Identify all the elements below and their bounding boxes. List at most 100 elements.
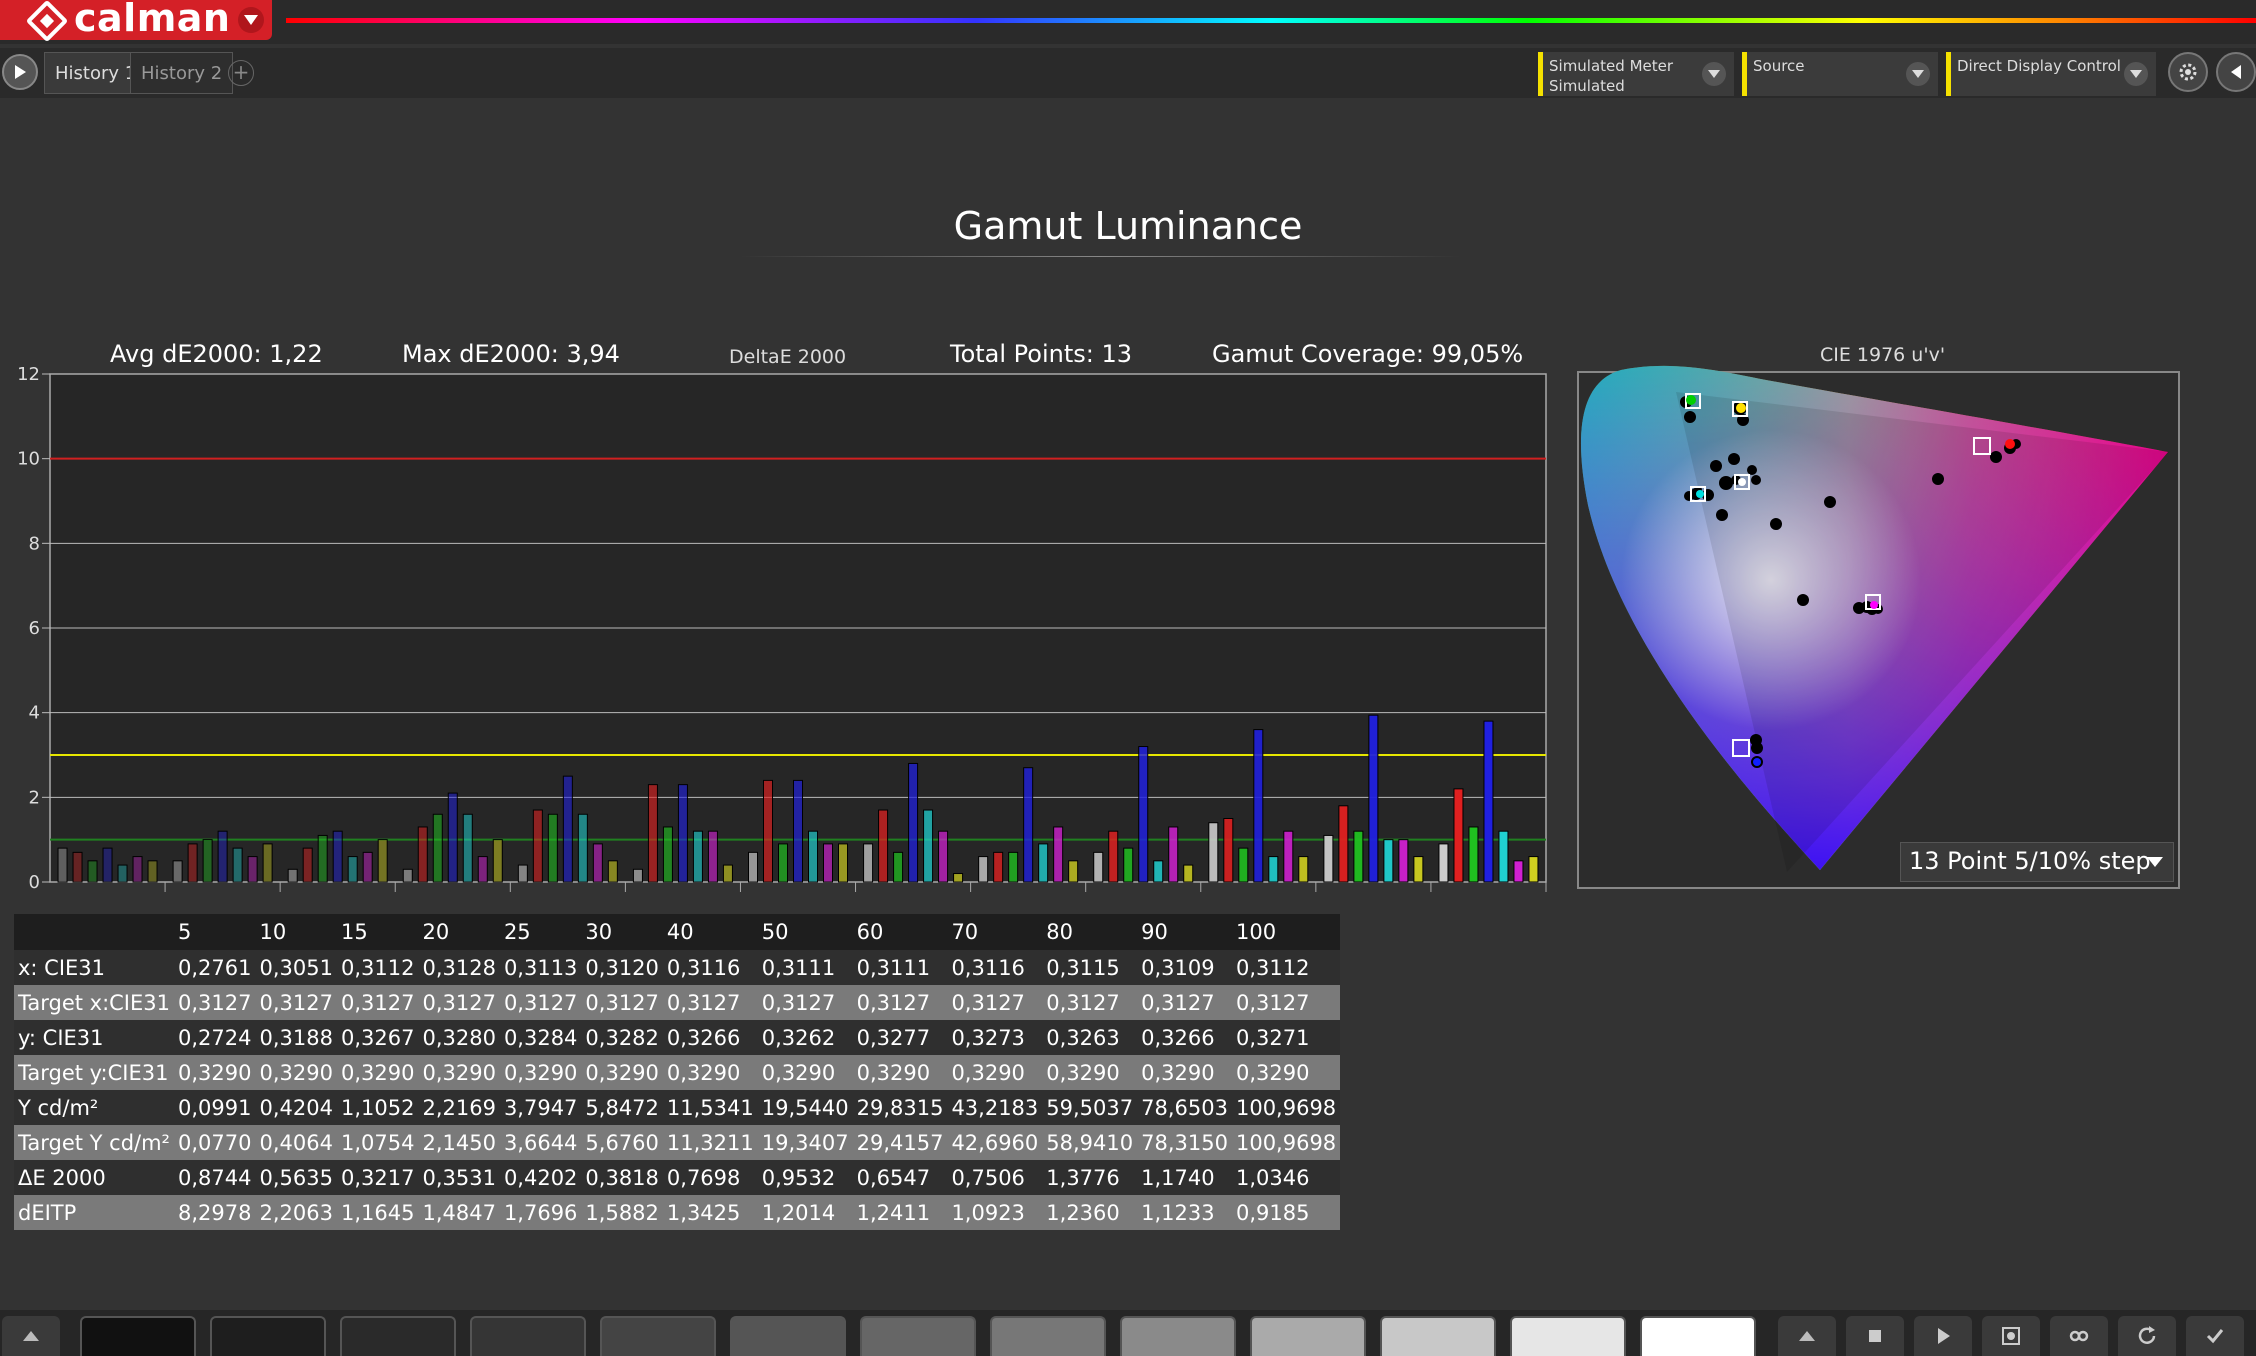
table-cell: 1,5882 <box>585 1200 659 1225</box>
patch-swatch[interactable] <box>210 1316 326 1356</box>
y-tick-label: 12 <box>17 364 40 385</box>
play-button[interactable] <box>1914 1316 1972 1356</box>
patch-swatch[interactable] <box>1640 1316 1756 1356</box>
bar <box>57 847 68 883</box>
table-row: ΔE 2000 0,8744 0,5635 0,3217 0,3531 0,4202 0,3… <box>14 1160 1341 1195</box>
patch-swatch[interactable] <box>80 1316 196 1356</box>
patch-swatch[interactable] <box>340 1316 456 1356</box>
chevron-down-icon <box>244 15 258 25</box>
bar <box>87 860 98 883</box>
display-control-label: Direct Display Control <box>1957 57 2121 75</box>
bar <box>1298 856 1309 883</box>
column-header: 30 <box>585 920 613 944</box>
bar <box>1093 851 1104 883</box>
bar <box>72 851 83 883</box>
row-label: Y cd/m² <box>18 1095 99 1120</box>
y-tick-label: 2 <box>29 787 40 808</box>
column-header: 5 <box>178 920 192 944</box>
chevron-up-icon <box>1799 1331 1815 1341</box>
collapse-panel-button[interactable] <box>2216 52 2256 92</box>
bar <box>1383 839 1394 883</box>
table-cell: 0,3127 <box>178 990 252 1015</box>
x-tick-label: 40 <box>786 897 810 900</box>
table-row: x: CIE31 0,2761 0,3051 0,3112 0,3128 0,3113 0,… <box>14 950 1341 985</box>
table-row: Target x:CIE31 0,3127 0,3127 0,3127 0,3127 0,… <box>14 985 1341 1020</box>
patch-swatch[interactable] <box>1510 1316 1626 1356</box>
patch-swatch[interactable] <box>600 1316 716 1356</box>
bar <box>1323 834 1334 883</box>
loop-button[interactable] <box>2050 1316 2108 1356</box>
check-button[interactable] <box>2186 1316 2244 1356</box>
tab-history-2[interactable]: History 2 <box>130 52 234 94</box>
table-cell: 0,3127 <box>1235 990 1310 1015</box>
patch-swatch[interactable] <box>1380 1316 1496 1356</box>
bar <box>692 830 703 883</box>
top-bar: calman <box>0 0 2256 44</box>
table-cell: 0,3290 <box>1235 1060 1310 1085</box>
bar <box>187 843 198 883</box>
swatch-scroll-up-button[interactable] <box>2 1316 60 1356</box>
patch-scroll-up-button[interactable] <box>1778 1316 1836 1356</box>
bar <box>1338 805 1349 883</box>
column-header: 15 <box>340 920 368 944</box>
bar <box>262 843 273 883</box>
bar <box>632 868 643 883</box>
table-cell: 1,3425 <box>666 1200 741 1225</box>
table-cell: 0,3290 <box>1141 1060 1215 1085</box>
cie-pattern-select[interactable]: 13 Point 5/10% step <box>1900 842 2174 882</box>
bar <box>577 813 588 883</box>
cie-diagram <box>1577 365 2180 889</box>
patch-swatch[interactable] <box>470 1316 586 1356</box>
app-logo-text: calman <box>74 0 231 40</box>
refresh-icon <box>2138 1326 2156 1344</box>
patch-swatch[interactable] <box>1250 1316 1366 1356</box>
table-cell: 0,3127 <box>856 990 931 1015</box>
table-cell: 0,8744 <box>178 1165 252 1190</box>
table-cell: 59,5037 <box>1046 1095 1134 1120</box>
patch-swatch[interactable] <box>990 1316 1106 1356</box>
app-logo[interactable]: calman <box>0 0 272 43</box>
delta-e-bar-chart: 0 2 4 6 8 10 12 5 10 15 20 25 30 40 50 60 70 80 90 100 <box>17 364 1547 900</box>
table-cell: 1,7696 <box>503 1200 578 1225</box>
x-tick-label: 25 <box>556 897 580 900</box>
x-tick-label: 20 <box>441 897 465 900</box>
bar <box>377 839 388 883</box>
table-cell: 0,0991 <box>178 1095 252 1120</box>
x-tick-label: 50 <box>901 897 925 900</box>
bar <box>1413 856 1424 883</box>
bar <box>1183 864 1194 883</box>
column-header: 25 <box>503 920 531 944</box>
play-button[interactable] <box>2 54 38 90</box>
table-cell: 1,1052 <box>340 1095 415 1120</box>
table-cell: 0,4202 <box>503 1165 578 1190</box>
bar <box>1038 843 1049 883</box>
table-cell: 58,9410 <box>1046 1130 1134 1155</box>
table-cell: 1,2014 <box>761 1200 836 1225</box>
settings-button[interactable] <box>2168 52 2208 92</box>
x-tick-label: 10 <box>211 897 235 900</box>
stop-button[interactable] <box>1846 1316 1904 1356</box>
cie-pattern-select-value: 13 Point 5/10% step <box>1909 847 2151 875</box>
record-button[interactable] <box>1982 1316 2040 1356</box>
calman-logo-icon <box>25 0 69 43</box>
refresh-button[interactable] <box>2118 1316 2176 1356</box>
bar <box>517 864 528 883</box>
table-cell: 2,2063 <box>259 1200 333 1225</box>
meter-dropdown[interactable]: Simulated Meter Simulated <box>1538 52 1734 96</box>
patch-swatch[interactable] <box>860 1316 976 1356</box>
app-menu-button[interactable] <box>238 7 264 33</box>
table-cell: 0,3109 <box>1141 955 1215 980</box>
source-dropdown[interactable]: Source <box>1742 52 1938 96</box>
table-cell: 78,3150 <box>1141 1130 1228 1155</box>
display-control-dropdown[interactable]: Direct Display Control <box>1946 52 2156 96</box>
bar <box>993 851 1004 883</box>
table-cell: 0,3111 <box>856 955 931 980</box>
table-cell: 0,3111 <box>761 955 836 980</box>
patch-swatch[interactable] <box>1120 1316 1236 1356</box>
patch-swatch[interactable] <box>730 1316 846 1356</box>
column-header: 60 <box>856 920 884 944</box>
table-cell: 0,2761 <box>178 955 252 980</box>
tab-row: History 1 History 2 + Simulated Meter Si… <box>0 48 2256 98</box>
add-tab-button[interactable]: + <box>228 60 254 86</box>
table-cell: 8,2978 <box>178 1200 252 1225</box>
